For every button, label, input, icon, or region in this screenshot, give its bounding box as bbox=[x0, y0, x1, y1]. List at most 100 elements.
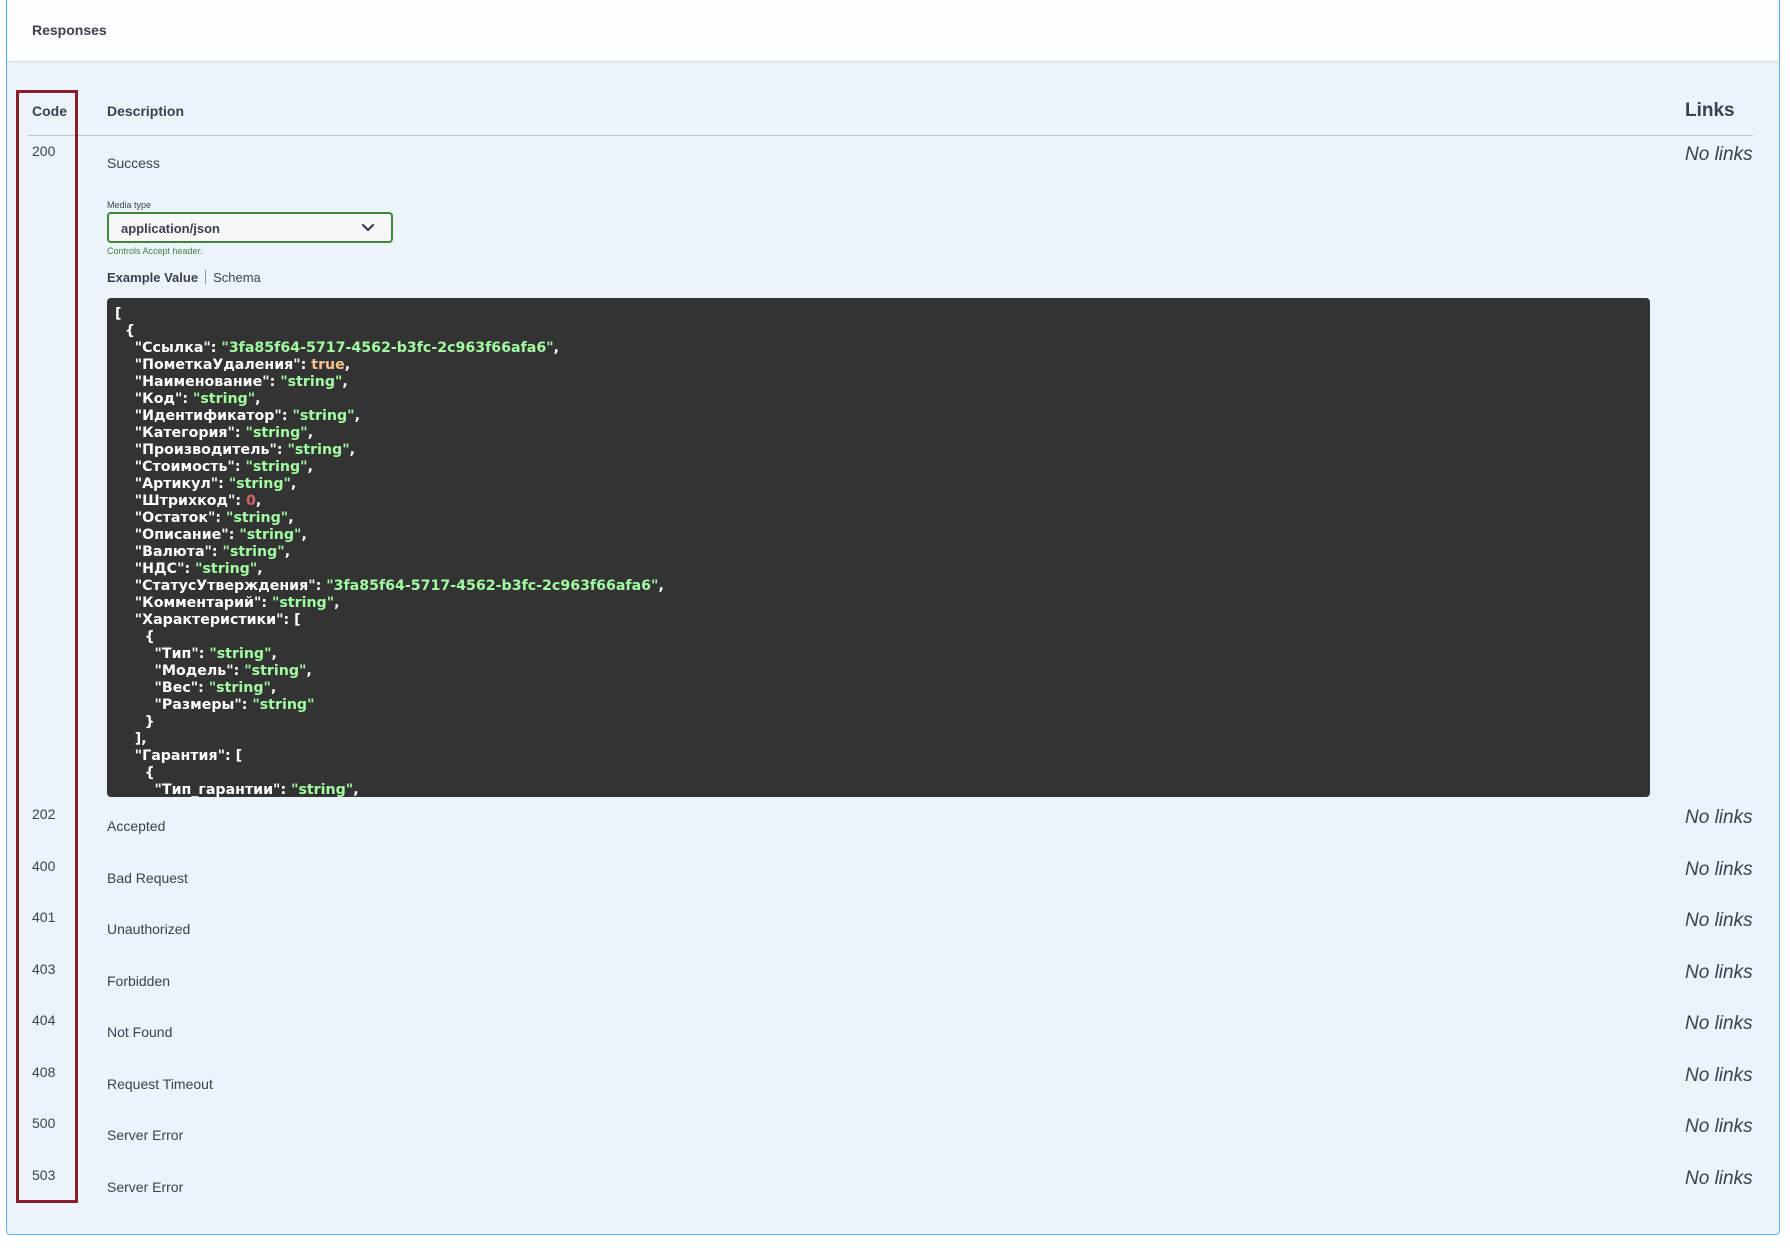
code-token: , bbox=[288, 510, 294, 526]
response-code: 404 bbox=[32, 1012, 56, 1028]
code-token: "Тип_гарантии" bbox=[115, 782, 281, 797]
tab-example-value[interactable]: Example Value bbox=[107, 270, 198, 285]
response-links: No links bbox=[1685, 910, 1753, 931]
code-token: "Комментарий" bbox=[115, 595, 262, 611]
code-token: "string" bbox=[209, 646, 272, 662]
code-token: "Идентификатор" bbox=[115, 408, 282, 424]
code-token: : bbox=[233, 663, 245, 679]
response-description: Forbidden bbox=[107, 972, 171, 989]
section-title: Responses bbox=[32, 22, 107, 38]
response-code: 401 bbox=[32, 909, 56, 925]
code-token: , bbox=[342, 374, 348, 390]
code-token: , bbox=[344, 357, 351, 373]
code-token: "НДС" bbox=[115, 561, 185, 577]
code-token: "Стоимость" bbox=[115, 459, 235, 475]
code-token: "СтатусУтверждения" bbox=[115, 578, 316, 594]
tab-separator bbox=[205, 270, 207, 284]
code-token: : bbox=[234, 425, 246, 441]
code-line: } bbox=[115, 714, 1642, 731]
response-description: Accepted bbox=[107, 818, 166, 834]
code-line: { bbox=[115, 323, 1642, 340]
code-line: "Тип": "string", bbox=[115, 646, 1642, 663]
code-token: , bbox=[290, 476, 297, 492]
code-line: "Производитель": "string", bbox=[115, 442, 1642, 459]
code-token: , bbox=[255, 391, 261, 407]
code-line: "Стоимость": "string", bbox=[115, 459, 1642, 476]
code-token: "Вес" bbox=[115, 680, 199, 696]
code-token: , bbox=[553, 340, 560, 356]
code-token: : bbox=[211, 544, 223, 560]
code-line: "Вес": "string", bbox=[115, 680, 1642, 697]
code-line: "Описание": "string", bbox=[115, 527, 1642, 544]
code-token: "string" bbox=[292, 408, 355, 424]
response-code: 403 bbox=[32, 960, 56, 977]
response-description: Request Timeout bbox=[107, 1075, 213, 1092]
code-token: : bbox=[218, 476, 229, 492]
code-line: "Артикул": "string", bbox=[115, 476, 1642, 493]
response-description: Success bbox=[107, 155, 160, 171]
code-line: "Остаток": "string", bbox=[115, 510, 1642, 527]
media-type-value: application/json bbox=[121, 221, 220, 236]
code-token: : [ bbox=[283, 612, 301, 628]
code-line: ], bbox=[115, 731, 1642, 748]
code-line: "СтатусУтверждения": "3fa85f64-5717-4562… bbox=[115, 578, 1642, 595]
code-token: : bbox=[269, 374, 281, 390]
code-token: : bbox=[234, 459, 246, 475]
code-line: "Размеры": "string" bbox=[115, 697, 1642, 714]
code-token: , bbox=[334, 595, 340, 611]
response-description: Server Error bbox=[107, 1178, 184, 1195]
code-token: "string" bbox=[245, 459, 308, 475]
response-links: No links bbox=[1685, 961, 1753, 983]
code-token: ], bbox=[115, 731, 147, 747]
code-line: "Идентификатор": "string", bbox=[115, 408, 1642, 425]
column-header-links: Links bbox=[1685, 100, 1735, 121]
code-token: "3fa85f64-5717-4562-b3fc-2c963f66afa6" bbox=[221, 340, 554, 356]
media-type-hint: Controls Accept header. bbox=[107, 246, 203, 256]
example-value-code-block[interactable]: [ { "Ссылка": "3fa85f64-5717-4562-b3fc-2… bbox=[107, 298, 1650, 797]
response-links: No links bbox=[1685, 858, 1753, 880]
code-token: , bbox=[255, 493, 262, 509]
response-code: 503 bbox=[32, 1166, 56, 1183]
code-token: , bbox=[307, 425, 314, 441]
code-token: , bbox=[307, 459, 313, 475]
code-line: "Ссылка": "3fa85f64-5717-4562-b3fc-2c963… bbox=[115, 340, 1642, 357]
code-token: , bbox=[257, 561, 263, 577]
example-tabs: Example Value Schema bbox=[107, 270, 261, 285]
code-line: { bbox=[115, 629, 1642, 646]
column-header-description: Description bbox=[107, 103, 185, 119]
code-token: } bbox=[115, 714, 155, 730]
code-token: , bbox=[271, 646, 277, 662]
code-line: "Гарантия": [ bbox=[115, 748, 1642, 765]
code-token: "ПометкаУдаления" bbox=[115, 357, 301, 373]
code-line: { bbox=[115, 765, 1642, 782]
code-token: : bbox=[215, 510, 227, 526]
media-type-label: Media type bbox=[107, 200, 152, 210]
media-type-select[interactable]: application/json bbox=[107, 212, 393, 243]
code-token: "Штрихкод" bbox=[115, 493, 236, 509]
code-token: "Гарантия" bbox=[115, 748, 225, 764]
code-token: "Остаток" bbox=[115, 510, 216, 526]
code-token: : bbox=[315, 578, 327, 594]
code-token: , bbox=[349, 442, 355, 458]
code-token: , bbox=[658, 578, 664, 594]
response-code: 200 bbox=[32, 143, 56, 159]
code-token: : [ bbox=[224, 748, 243, 764]
code-token: : bbox=[184, 561, 196, 577]
code-line: "Категория": "string", bbox=[115, 425, 1642, 442]
code-token: "3fa85f64-5717-4562-b3fc-2c963f66afa6" bbox=[326, 578, 659, 594]
code-token: , bbox=[270, 680, 277, 696]
code-token: : bbox=[241, 697, 253, 713]
tab-schema[interactable]: Schema bbox=[213, 270, 261, 285]
code-line: "Наименование": "string", bbox=[115, 374, 1642, 391]
code-token: "string" bbox=[252, 697, 315, 713]
code-token: , bbox=[353, 782, 359, 797]
code-token: "Описание" bbox=[115, 527, 229, 543]
code-token: : bbox=[281, 408, 293, 424]
code-token: "Характеристики" bbox=[115, 612, 284, 628]
response-description: Unauthorized bbox=[107, 921, 191, 937]
code-line: "Модель": "string", bbox=[115, 663, 1642, 680]
code-token: "string" bbox=[192, 391, 256, 407]
response-links: No links bbox=[1685, 1064, 1753, 1086]
response-links: No links bbox=[1685, 1116, 1753, 1137]
code-token: "string" bbox=[244, 663, 307, 679]
